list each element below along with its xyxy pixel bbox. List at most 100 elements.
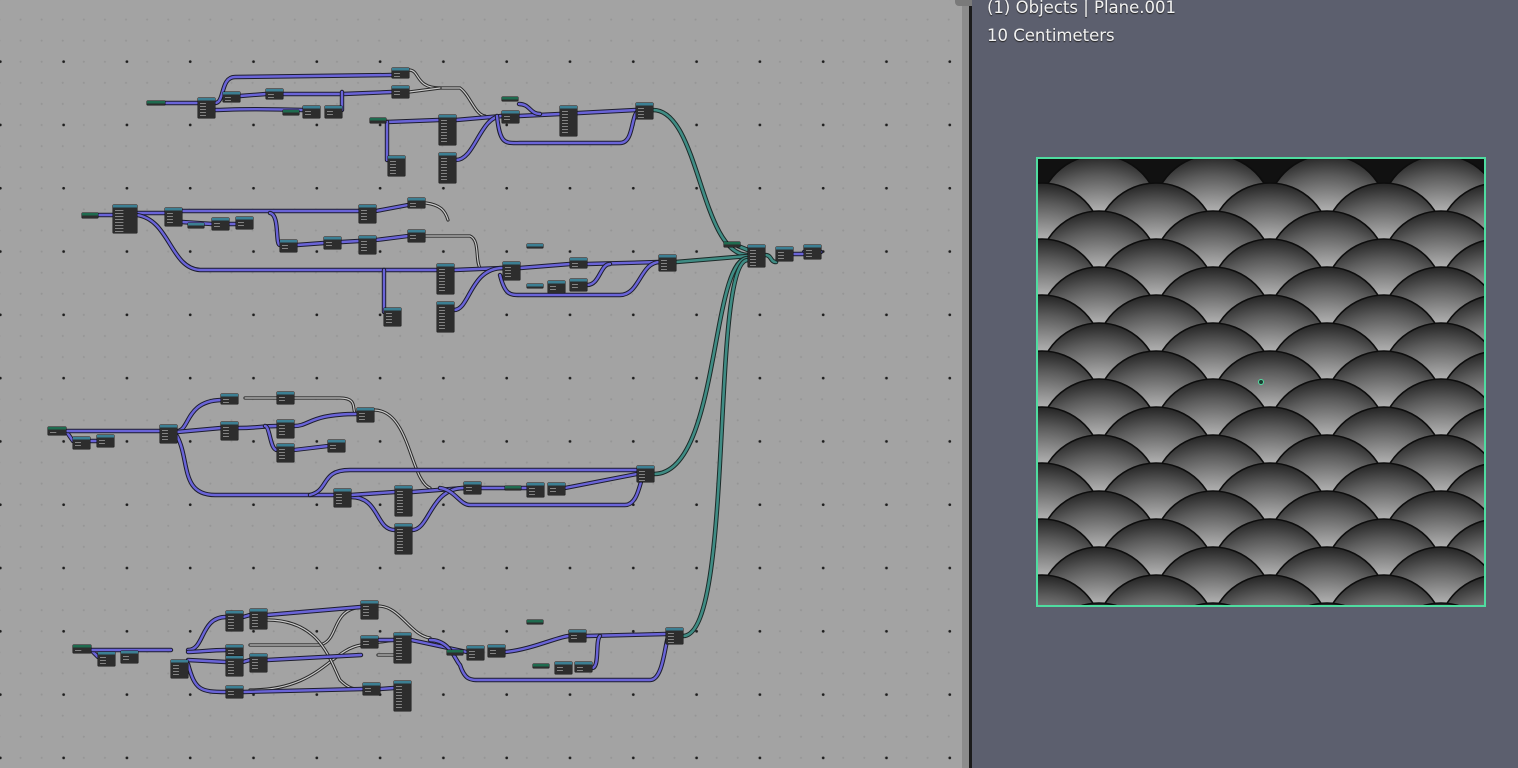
node-header[interactable] — [394, 681, 411, 684]
node-header[interactable] — [165, 208, 182, 211]
node-link[interactable] — [186, 615, 228, 652]
node-header[interactable] — [147, 101, 165, 104]
node[interactable] — [225, 610, 244, 632]
node-header[interactable] — [527, 244, 543, 247]
node-header[interactable] — [328, 440, 345, 443]
node[interactable] — [197, 97, 216, 119]
node-editor[interactable] — [0, 0, 962, 768]
node-header[interactable] — [748, 245, 765, 248]
node[interactable] — [282, 109, 300, 116]
node-header[interactable] — [277, 444, 294, 447]
node-header[interactable] — [325, 106, 342, 109]
node-header[interactable] — [548, 281, 565, 284]
node-header[interactable] — [392, 68, 409, 71]
node-header[interactable] — [388, 156, 405, 159]
node-header[interactable] — [637, 466, 654, 469]
node[interactable] — [487, 644, 506, 658]
node-header[interactable] — [408, 198, 425, 201]
node[interactable] — [436, 301, 455, 333]
node-header[interactable] — [437, 264, 454, 267]
node-header[interactable] — [82, 213, 98, 216]
node[interactable] — [211, 217, 230, 231]
node[interactable] — [220, 393, 239, 405]
node[interactable] — [265, 88, 284, 100]
node-link[interactable] — [213, 73, 394, 105]
node-header[interactable] — [804, 245, 821, 248]
node-link[interactable] — [454, 114, 504, 162]
node[interactable] — [187, 222, 205, 229]
node-link[interactable] — [175, 434, 336, 497]
area-divider[interactable] — [962, 0, 972, 768]
node-header[interactable] — [236, 217, 253, 220]
node[interactable] — [383, 307, 402, 327]
node-header[interactable] — [502, 97, 518, 100]
node-header[interactable] — [359, 236, 376, 239]
node-header[interactable] — [363, 683, 380, 686]
node[interactable] — [146, 100, 166, 106]
node-header[interactable] — [724, 242, 740, 245]
node[interactable] — [502, 261, 521, 281]
node-link[interactable] — [517, 102, 542, 116]
node-header[interactable] — [226, 611, 243, 614]
node-header[interactable] — [394, 633, 411, 636]
node-header[interactable] — [48, 427, 66, 430]
node-header[interactable] — [636, 103, 653, 106]
node[interactable] — [775, 246, 794, 262]
node-header[interactable] — [283, 110, 299, 113]
node-header[interactable] — [659, 255, 676, 258]
node-graph[interactable] — [0, 0, 962, 768]
node-link[interactable] — [681, 258, 750, 638]
node-header[interactable] — [221, 394, 238, 397]
node-header[interactable] — [277, 420, 294, 423]
node-header[interactable] — [467, 646, 484, 649]
node-link[interactable] — [378, 686, 396, 691]
node-header[interactable] — [250, 609, 267, 612]
node[interactable] — [72, 436, 91, 450]
node[interactable] — [222, 91, 241, 103]
node-header[interactable] — [361, 636, 378, 639]
node-header[interactable] — [439, 115, 456, 118]
node-link[interactable] — [425, 235, 481, 269]
node-link[interactable] — [373, 409, 431, 489]
node[interactable] — [276, 443, 295, 463]
node-header[interactable] — [439, 153, 456, 156]
node[interactable] — [526, 482, 545, 498]
node[interactable] — [164, 207, 183, 227]
node[interactable] — [394, 485, 413, 517]
node-header[interactable] — [250, 654, 267, 657]
node[interactable] — [358, 235, 377, 255]
node-header[interactable] — [395, 486, 412, 489]
node-header[interactable] — [334, 489, 351, 492]
node-link[interactable] — [408, 69, 486, 117]
node[interactable] — [747, 244, 766, 268]
node[interactable] — [407, 197, 426, 209]
node-header[interactable] — [560, 106, 577, 109]
node[interactable] — [387, 155, 406, 177]
node[interactable] — [276, 391, 295, 405]
node-header[interactable] — [171, 660, 188, 663]
node[interactable] — [360, 635, 379, 649]
node[interactable] — [391, 67, 410, 79]
node[interactable] — [436, 263, 455, 295]
node[interactable] — [658, 254, 677, 272]
node[interactable] — [526, 619, 544, 625]
node-header[interactable] — [198, 98, 215, 101]
node-header[interactable] — [277, 392, 294, 395]
node[interactable] — [97, 651, 116, 667]
node-header[interactable] — [548, 483, 565, 486]
node-header[interactable] — [570, 279, 587, 282]
node-header[interactable] — [324, 237, 341, 240]
node-header[interactable] — [392, 86, 409, 89]
node[interactable] — [249, 653, 268, 673]
node[interactable] — [569, 257, 588, 269]
node[interactable] — [438, 152, 457, 184]
node-header[interactable] — [113, 205, 137, 208]
node-header[interactable] — [569, 630, 586, 633]
node-header[interactable] — [280, 240, 297, 243]
node-header[interactable] — [359, 205, 376, 208]
node-header[interactable] — [226, 645, 243, 648]
node-header[interactable] — [776, 247, 793, 250]
node-header[interactable] — [226, 686, 243, 689]
node-header[interactable] — [97, 435, 114, 438]
node[interactable] — [723, 241, 741, 248]
